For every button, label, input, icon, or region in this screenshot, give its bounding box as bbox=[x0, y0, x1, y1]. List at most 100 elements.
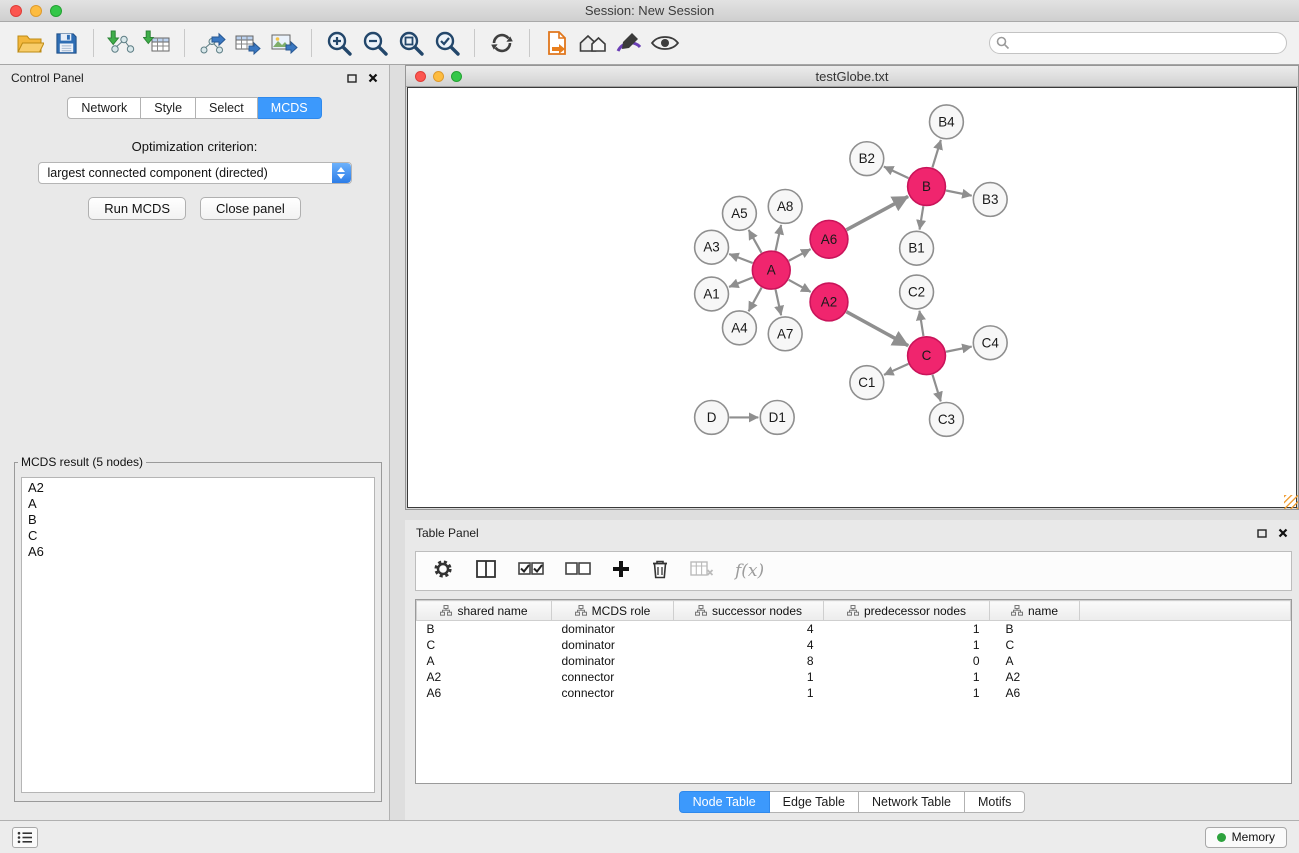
unselect-all-columns-button[interactable] bbox=[565, 561, 591, 582]
tab-network[interactable]: Network bbox=[67, 97, 141, 119]
table-row[interactable]: A6connector11A6 bbox=[417, 685, 1291, 701]
network-node-A7[interactable]: A7 bbox=[768, 317, 802, 351]
column-header-predecessor-nodes[interactable]: predecessor nodes bbox=[824, 601, 990, 621]
tab-edge-table[interactable]: Edge Table bbox=[770, 791, 859, 813]
tab-mcds[interactable]: MCDS bbox=[258, 97, 322, 119]
zoom-selected-button[interactable] bbox=[429, 25, 465, 61]
close-panel-icon[interactable] bbox=[1278, 528, 1288, 538]
column-header-successor-nodes[interactable]: successor nodes bbox=[674, 601, 824, 621]
network-edge-A6-B[interactable] bbox=[847, 196, 909, 229]
network-node-B4[interactable]: B4 bbox=[930, 105, 964, 139]
column-header-shared-name[interactable]: shared name bbox=[417, 601, 552, 621]
tab-select[interactable]: Select bbox=[196, 97, 258, 119]
network-node-A3[interactable]: A3 bbox=[695, 230, 729, 264]
table-row[interactable]: Bdominator41B bbox=[417, 621, 1291, 637]
network-edge-B-B4[interactable] bbox=[932, 140, 940, 168]
network-edge-B-B1[interactable] bbox=[920, 206, 924, 229]
table-cell[interactable]: dominator bbox=[552, 621, 674, 637]
resize-grip[interactable] bbox=[1284, 495, 1298, 509]
table-cell[interactable]: C bbox=[990, 637, 1080, 653]
network-node-D1[interactable]: D1 bbox=[760, 401, 794, 435]
network-edge-B-B2[interactable] bbox=[884, 167, 909, 178]
network-edge-C-C2[interactable] bbox=[919, 311, 923, 336]
table-cell[interactable]: 1 bbox=[674, 685, 824, 701]
create-column-button[interactable] bbox=[612, 560, 630, 583]
network-graph[interactable]: B4B2BB3A5A8A6B1A3AC2A1A2A4A7C4CC1C3DD1 bbox=[408, 88, 1296, 507]
network-node-B1[interactable]: B1 bbox=[900, 231, 934, 265]
run-mcds-button[interactable]: Run MCDS bbox=[88, 197, 186, 220]
criterion-select[interactable]: largest connected component (directed) bbox=[38, 162, 352, 184]
table-cell[interactable]: A2 bbox=[990, 669, 1080, 685]
network-node-B2[interactable]: B2 bbox=[850, 142, 884, 176]
table-cell[interactable]: A2 bbox=[417, 669, 552, 685]
tab-style[interactable]: Style bbox=[141, 97, 196, 119]
network-edge-C-C1[interactable] bbox=[884, 364, 908, 375]
column-header-name[interactable]: name bbox=[990, 601, 1080, 621]
table-cell[interactable]: 1 bbox=[824, 621, 990, 637]
network-edge-A-A4[interactable] bbox=[749, 288, 762, 312]
table-settings-button[interactable] bbox=[432, 558, 454, 585]
network-node-A8[interactable]: A8 bbox=[768, 190, 802, 224]
network-edge-A-A7[interactable] bbox=[776, 290, 782, 316]
table-cell[interactable]: B bbox=[417, 621, 552, 637]
open-session-button[interactable] bbox=[12, 25, 48, 61]
export-image-button[interactable] bbox=[266, 25, 302, 61]
import-table-button[interactable] bbox=[139, 25, 175, 61]
table-cell[interactable]: 8 bbox=[674, 653, 824, 669]
float-panel-icon[interactable] bbox=[347, 74, 357, 83]
tab-network-table[interactable]: Network Table bbox=[859, 791, 965, 813]
result-item[interactable]: C bbox=[28, 528, 368, 544]
memory-button[interactable]: Memory bbox=[1205, 827, 1287, 848]
table-cell[interactable]: A bbox=[417, 653, 552, 669]
float-panel-icon[interactable] bbox=[1257, 529, 1267, 538]
table-cell[interactable]: connector bbox=[552, 669, 674, 685]
network-edge-C-C4[interactable] bbox=[946, 347, 972, 352]
export-table-button[interactable] bbox=[230, 25, 266, 61]
network-node-A1[interactable]: A1 bbox=[695, 277, 729, 311]
network-edge-B-B3[interactable] bbox=[946, 191, 972, 196]
zoom-out-button[interactable] bbox=[357, 25, 393, 61]
apply-layout-button[interactable] bbox=[484, 25, 520, 61]
show-panels-button[interactable] bbox=[12, 827, 38, 848]
network-edge-A2-C[interactable] bbox=[846, 312, 908, 346]
tab-node-table[interactable]: Node Table bbox=[679, 791, 770, 813]
table-cell[interactable]: A6 bbox=[417, 685, 552, 701]
delete-column-button[interactable] bbox=[651, 559, 669, 584]
show-columns-button[interactable] bbox=[475, 559, 497, 584]
network-edge-A-A1[interactable] bbox=[729, 277, 753, 286]
function-builder-button[interactable]: f(x) bbox=[735, 561, 764, 581]
network-node-A6[interactable]: A6 bbox=[810, 220, 848, 258]
table-cell[interactable]: 1 bbox=[674, 669, 824, 685]
delete-table-button[interactable] bbox=[690, 560, 714, 583]
network-node-A[interactable]: A bbox=[752, 251, 790, 289]
export-network-button[interactable] bbox=[194, 25, 230, 61]
zoom-in-button[interactable] bbox=[321, 25, 357, 61]
network-node-B[interactable]: B bbox=[908, 168, 946, 206]
table-cell[interactable]: dominator bbox=[552, 653, 674, 669]
import-network-button[interactable] bbox=[103, 25, 139, 61]
table-cell[interactable]: 0 bbox=[824, 653, 990, 669]
network-snapshot-button[interactable] bbox=[539, 25, 575, 61]
table-cell[interactable]: B bbox=[990, 621, 1080, 637]
network-edge-A-A5[interactable] bbox=[749, 230, 762, 253]
network-edge-A-A8[interactable] bbox=[776, 225, 782, 251]
save-session-button[interactable] bbox=[48, 25, 84, 61]
close-panel-icon[interactable] bbox=[368, 73, 378, 83]
column-header-mcds-role[interactable]: MCDS role bbox=[552, 601, 674, 621]
annotations-button[interactable] bbox=[611, 25, 647, 61]
table-cell[interactable]: A bbox=[990, 653, 1080, 669]
table-cell[interactable]: 1 bbox=[824, 669, 990, 685]
network-node-A4[interactable]: A4 bbox=[722, 311, 756, 345]
table-cell[interactable]: 1 bbox=[824, 685, 990, 701]
result-item[interactable]: A2 bbox=[28, 480, 368, 496]
select-all-columns-button[interactable] bbox=[518, 561, 544, 582]
network-node-D[interactable]: D bbox=[695, 401, 729, 435]
home-button[interactable] bbox=[575, 25, 611, 61]
network-node-A5[interactable]: A5 bbox=[722, 196, 756, 230]
table-cell[interactable]: connector bbox=[552, 685, 674, 701]
result-item[interactable]: A bbox=[28, 496, 368, 512]
network-node-B3[interactable]: B3 bbox=[973, 183, 1007, 217]
graphics-details-button[interactable] bbox=[647, 25, 683, 61]
zoom-fit-button[interactable] bbox=[393, 25, 429, 61]
table-row[interactable]: A2connector11A2 bbox=[417, 669, 1291, 685]
